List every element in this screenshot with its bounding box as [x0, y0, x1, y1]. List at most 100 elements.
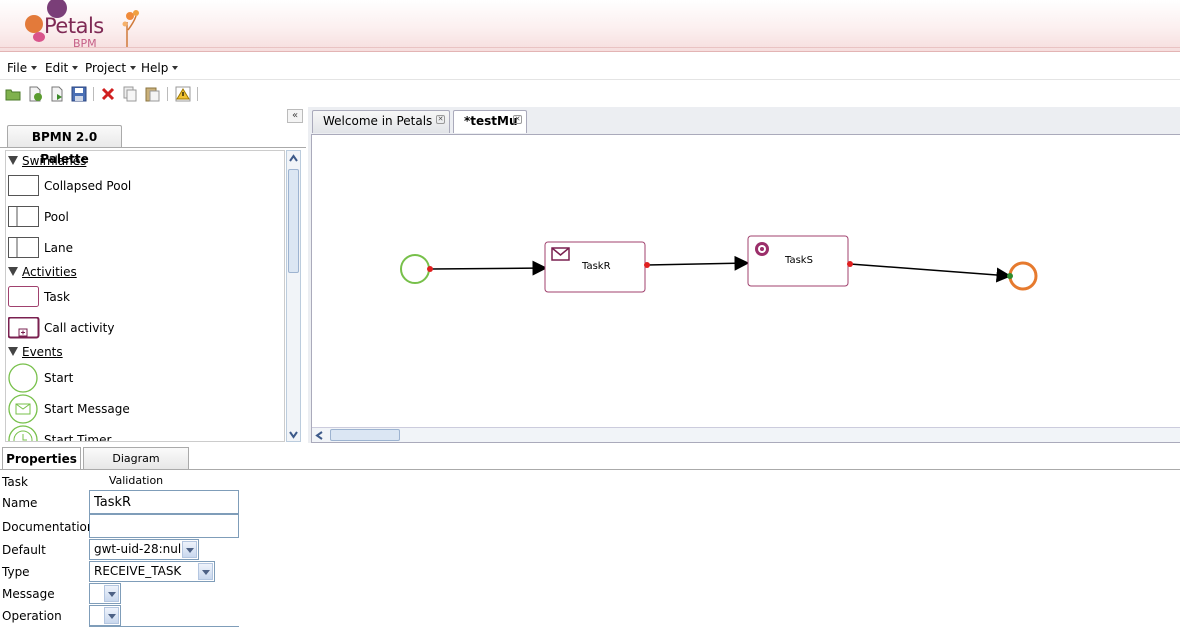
- task-icon: [8, 286, 39, 307]
- open-folder-icon[interactable]: [5, 86, 21, 102]
- default-select[interactable]: gwt-uid-28:null: [89, 539, 199, 560]
- palette-scrollbar[interactable]: [286, 150, 301, 442]
- message-select[interactable]: [89, 583, 121, 604]
- sequence-flow[interactable]: [646, 255, 750, 271]
- envelope-icon: [551, 247, 570, 261]
- task-label: TaskR: [582, 261, 611, 272]
- close-icon[interactable]: ✕: [513, 115, 522, 124]
- tab-divider: [0, 147, 306, 148]
- palette-list: Swimlanes Collapsed Pool Pool Lane Activ…: [5, 150, 285, 442]
- validate-icon[interactable]: [175, 86, 191, 102]
- tab-divider: [0, 469, 1180, 470]
- lane-icon: [8, 237, 39, 258]
- name-label: Name: [2, 496, 38, 510]
- copy-icon[interactable]: [122, 86, 138, 102]
- palette-group-events[interactable]: Events: [8, 345, 63, 359]
- start-event[interactable]: [400, 254, 430, 284]
- palette-item-call-activity[interactable]: Call activity: [8, 317, 278, 341]
- default-label: Default: [2, 543, 46, 557]
- palette-group-activities[interactable]: Activities: [8, 265, 77, 279]
- palette-item-start-timer[interactable]: Start Timer: [8, 425, 278, 441]
- chevron-down-icon[interactable]: [104, 607, 119, 624]
- toolbar-separator: [197, 87, 198, 101]
- scroll-left-icon[interactable]: [314, 430, 325, 441]
- operation-label: Operation: [2, 609, 62, 623]
- scroll-up-icon[interactable]: [288, 152, 299, 166]
- palette-item-task[interactable]: Task: [8, 286, 278, 310]
- tab-testmu[interactable]: *testMu ✕: [453, 110, 527, 133]
- menu-bar: File Edit Project Help: [0, 56, 1180, 80]
- bottom-tabs: Properties Diagram Validation: [0, 445, 1180, 487]
- collapse-panel-button[interactable]: «: [287, 109, 303, 123]
- chevron-down-icon[interactable]: [104, 585, 119, 602]
- paste-icon[interactable]: [144, 86, 160, 102]
- chevron-down-icon: [31, 66, 38, 70]
- chevron-down-icon: [172, 66, 179, 70]
- chevron-down-icon: [72, 66, 79, 70]
- tab-diagram-validation[interactable]: Diagram Validation: [83, 447, 189, 487]
- collapsed-pool-icon: [8, 175, 39, 196]
- section-title: Task: [2, 475, 28, 489]
- connector-dot[interactable]: [644, 262, 650, 268]
- palette-item-pool[interactable]: Pool: [8, 206, 278, 230]
- palette-item-collapsed-pool[interactable]: Collapsed Pool: [8, 175, 278, 199]
- palette-item-lane[interactable]: Lane: [8, 237, 278, 261]
- type-label: Type: [2, 565, 30, 579]
- save-icon[interactable]: [71, 86, 87, 102]
- sequence-flow[interactable]: [430, 260, 548, 276]
- import-icon[interactable]: [49, 86, 65, 102]
- task-label: TaskS: [785, 255, 813, 266]
- delete-icon[interactable]: [100, 86, 116, 102]
- name-input[interactable]: [89, 490, 239, 514]
- editor-area: Welcome in Petals BPM✕ *testMu✕: [308, 107, 1180, 443]
- palette-item-start[interactable]: Start: [8, 363, 278, 393]
- properties-panel: Properties Diagram Validation Task Name …: [0, 443, 1180, 628]
- start-timer-icon: [8, 425, 38, 441]
- menu-edit[interactable]: Edit: [45, 61, 79, 75]
- documentation-label: Documentation: [2, 520, 95, 534]
- chevron-down-icon[interactable]: [198, 563, 213, 580]
- collapse-triangle-icon: [8, 267, 18, 276]
- logo-text: Petals: [44, 14, 104, 38]
- scroll-down-icon[interactable]: [288, 427, 299, 441]
- operation-select[interactable]: [89, 605, 121, 626]
- tab-properties[interactable]: Properties: [2, 447, 81, 470]
- app-header: Petals BPM: [0, 0, 1180, 52]
- tab-welcome[interactable]: Welcome in Petals BPM✕: [312, 110, 450, 149]
- palette-item-start-message[interactable]: Start Message: [8, 394, 278, 424]
- pool-icon: [8, 206, 39, 227]
- connector-dot[interactable]: [427, 266, 433, 272]
- menu-file[interactable]: File: [7, 61, 38, 75]
- palette-panel: « BPMN 2.0 Palette Swimlanes Collapsed P…: [0, 107, 306, 443]
- scrollbar-thumb[interactable]: [330, 429, 400, 441]
- call-activity-icon: [8, 317, 40, 339]
- palette-group-swimlanes[interactable]: Swimlanes: [8, 154, 86, 168]
- connector-dot[interactable]: [1007, 273, 1013, 279]
- chevron-down-icon[interactable]: [182, 541, 197, 558]
- toolbar: [0, 81, 1180, 107]
- menu-help[interactable]: Help: [141, 61, 179, 75]
- petals-bpm-logo: Petals BPM: [24, 0, 149, 50]
- collapse-triangle-icon: [8, 156, 18, 165]
- close-icon[interactable]: ✕: [436, 115, 445, 124]
- sequence-flow[interactable]: [849, 263, 1012, 283]
- canvas-horizontal-scrollbar[interactable]: [312, 427, 1180, 442]
- collapse-triangle-icon: [8, 347, 18, 356]
- connector-dot[interactable]: [847, 261, 853, 267]
- toolbar-separator: [167, 87, 168, 101]
- start-message-icon: [8, 394, 38, 424]
- message-label: Message: [2, 587, 55, 601]
- diagram-canvas[interactable]: TaskR TaskS: [311, 134, 1180, 443]
- gear-icon: [755, 242, 769, 256]
- chevron-down-icon: [130, 66, 137, 70]
- start-event-icon: [8, 363, 38, 393]
- new-file-icon[interactable]: [27, 86, 43, 102]
- logo-subtext: BPM: [73, 37, 97, 50]
- tab-bpmn-palette[interactable]: BPMN 2.0 Palette: [7, 125, 122, 166]
- menu-project[interactable]: Project: [85, 61, 137, 75]
- toolbar-separator: [93, 87, 94, 101]
- type-select[interactable]: RECEIVE_TASK: [89, 561, 215, 582]
- documentation-input[interactable]: [89, 514, 239, 538]
- scrollbar-thumb[interactable]: [288, 169, 299, 273]
- end-event[interactable]: [1008, 261, 1038, 291]
